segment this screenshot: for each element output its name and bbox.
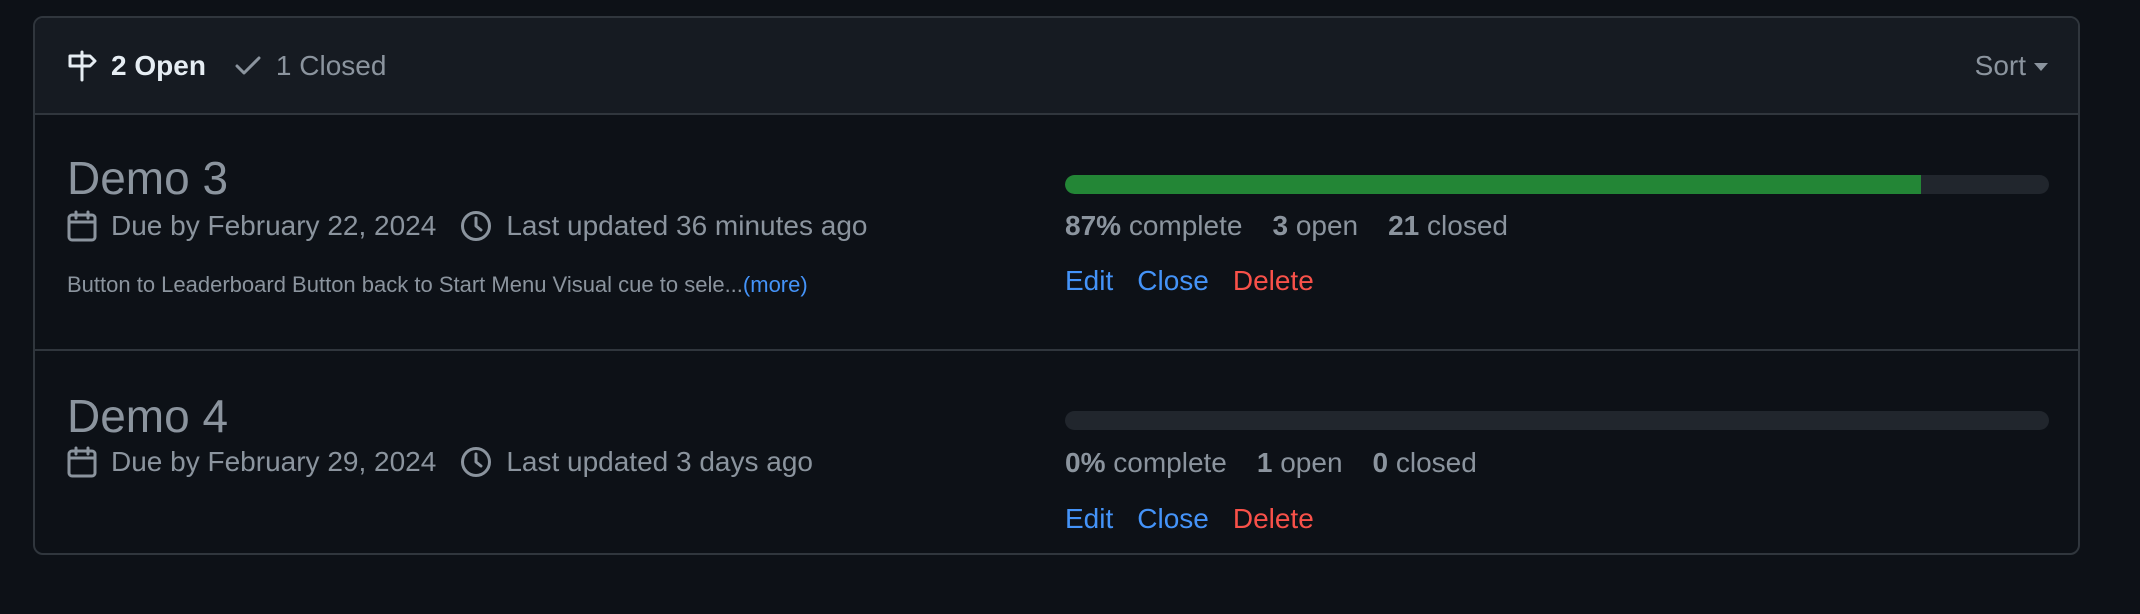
edit-button[interactable]: Edit: [1065, 265, 1113, 297]
last-updated-text: Last updated 36 minutes ago: [506, 210, 868, 241]
edit-button[interactable]: Edit: [1065, 503, 1113, 535]
open-milestones-tab[interactable]: 2 Open: [67, 50, 206, 82]
closed-label: Closed: [299, 49, 387, 81]
milestone-actions: Edit Close Delete: [1065, 265, 1338, 297]
closed-issues-label: closed: [1427, 210, 1508, 241]
description-text: Button to Leaderboard Button back to Sta…: [67, 272, 743, 297]
progress-bar: [1065, 175, 2049, 194]
milestone-icon: [68, 50, 97, 81]
percent-value: 0%: [1065, 447, 1106, 478]
milestone-title[interactable]: Demo 4: [67, 389, 228, 443]
closed-issues-count: 21: [1388, 210, 1420, 241]
due-date-text: Due by February 22, 2024: [111, 210, 437, 241]
milestone-updated: Last updated 36 minutes ago: [460, 210, 867, 242]
milestone-row: Demo 4 Due by February 29, 2024 Last upd…: [35, 351, 2078, 553]
open-issues-label: open: [1295, 210, 1359, 241]
milestone-state-filters: 2 Open 1 Closed: [67, 50, 386, 82]
close-button[interactable]: Close: [1137, 265, 1209, 297]
complete-label: complete: [1113, 447, 1227, 478]
calendar-icon: [67, 446, 97, 478]
open-issues-label: open: [1280, 447, 1343, 478]
closed-count: 1: [275, 49, 292, 81]
closed-issues-label: closed: [1395, 447, 1477, 478]
complete-label: complete: [1128, 210, 1243, 241]
delete-button[interactable]: Delete: [1233, 265, 1314, 297]
milestones-box: 2 Open 1 Closed Sort Demo 3 Due by Febru: [33, 16, 2080, 555]
milestone-title[interactable]: Demo 3: [67, 151, 228, 205]
clock-icon: [461, 447, 492, 477]
milestones-header: 2 Open 1 Closed Sort: [35, 18, 2078, 115]
clock-icon: [461, 211, 492, 241]
milestone-stats: 0% complete 1 open 0 closed: [1065, 447, 1507, 479]
check-icon: [235, 56, 261, 74]
sort-label: Sort: [1974, 49, 2026, 81]
open-issues-count: 3: [1272, 210, 1289, 241]
progress-fill: [1065, 175, 1922, 194]
closed-issues[interactable]: 0 closed: [1373, 447, 1477, 479]
percent-complete: 0% complete: [1065, 447, 1227, 479]
open-issues[interactable]: 3 open: [1272, 210, 1358, 242]
sort-dropdown[interactable]: Sort: [1975, 18, 2048, 113]
calendar-icon: [67, 210, 97, 242]
percent-value: 87%: [1065, 210, 1122, 241]
closed-issues-count: 0: [1372, 447, 1389, 478]
progress-bar: [1065, 411, 2049, 430]
milestone-description: Button to Leaderboard Button back to Sta…: [67, 272, 808, 298]
milestone-due: Due by February 29, 2024: [67, 446, 436, 478]
last-updated-text: Last updated 3 days ago: [506, 446, 813, 477]
caret-down-icon: [2034, 62, 2048, 71]
milestone-actions: Edit Close Delete: [1065, 503, 1338, 535]
milestone-due: Due by February 22, 2024: [67, 210, 436, 242]
delete-button[interactable]: Delete: [1233, 503, 1314, 535]
close-button[interactable]: Close: [1137, 503, 1209, 535]
milestone-stats: 87% complete 3 open 21 closed: [1065, 210, 1538, 242]
open-issues[interactable]: 1 open: [1257, 447, 1343, 479]
open-issues-count: 1: [1256, 447, 1273, 478]
percent-complete: 87% complete: [1065, 210, 1242, 242]
closed-issues[interactable]: 21 closed: [1388, 210, 1508, 242]
milestone-row: Demo 3 Due by February 22, 2024 Last upd…: [35, 115, 2078, 351]
milestone-updated: Last updated 3 days ago: [460, 446, 813, 478]
due-date-text: Due by February 29, 2024: [111, 446, 437, 477]
more-link[interactable]: (more): [743, 272, 808, 297]
closed-milestones-tab[interactable]: 1 Closed: [234, 49, 387, 82]
open-count: 2: [111, 49, 127, 81]
open-label: Open: [134, 49, 206, 81]
milestone-meta: Due by February 22, 2024 Last updated 36…: [67, 210, 891, 242]
milestone-meta: Due by February 29, 2024 Last updated 3 …: [67, 446, 837, 478]
